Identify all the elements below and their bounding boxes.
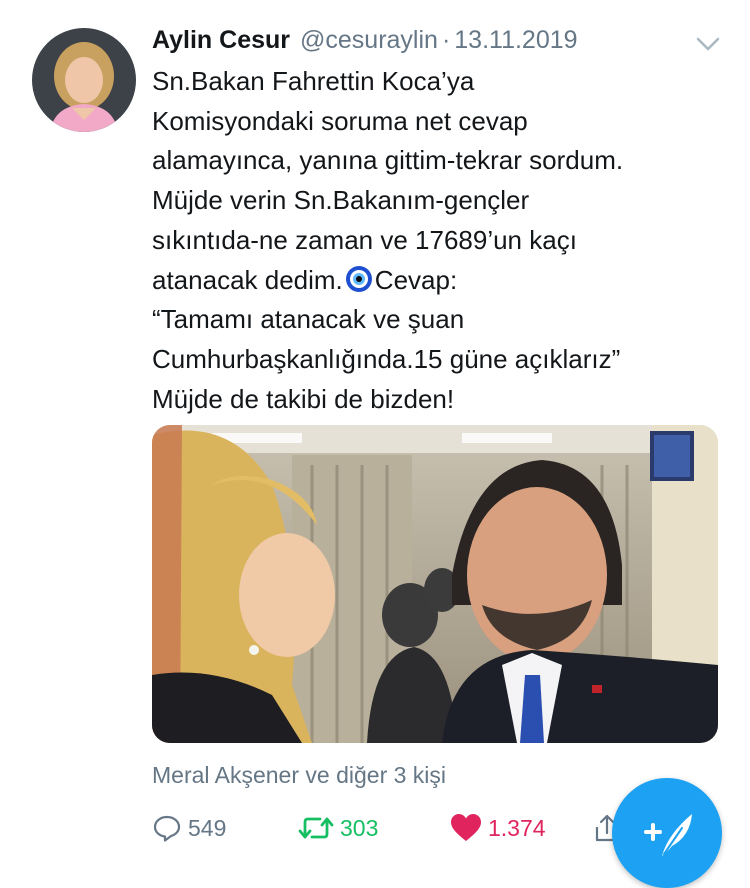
author-avatar[interactable] (32, 28, 136, 132)
avatar-photo (32, 28, 136, 132)
tweet-line: Müjde de takibi de bizden! (152, 383, 455, 414)
reply-icon (153, 815, 181, 842)
reply-count: 549 (188, 814, 227, 841)
tweet-media-photo[interactable] (152, 425, 718, 743)
tweet-date[interactable]: 13.11.2019 (454, 26, 577, 55)
tweet-line: “Tamamı atanacak ve şuan (152, 304, 465, 335)
compose-tweet-button[interactable] (612, 778, 722, 888)
retweet-count: 303 (340, 814, 379, 841)
tweet-line: alamayınca, yanına gittim-tekrar sordum. (152, 145, 624, 176)
retweet-button[interactable]: 303 (298, 808, 378, 848)
tweet-line: Komisyondaki soruma net cevap (152, 105, 528, 136)
tweet-line: sıkıntıda-ne zaman ve 17689’un kaçı (152, 224, 577, 255)
tweet-line-part: atanacak dedim. (152, 264, 343, 295)
photo-illustration (152, 425, 718, 743)
tweet-line: Sn.Bakan Fahrettin Koca’ya (152, 66, 475, 96)
heart-icon (451, 814, 481, 841)
like-button[interactable]: 1.374 (450, 808, 546, 848)
retweet-icon (298, 817, 334, 839)
author-handle[interactable]: @cesuraylin (300, 26, 438, 55)
tweet-line-with-emoji: atanacak dedim. Cevap: (152, 261, 732, 301)
tweet-line: Müjde verin Sn.Bakanım-gençler (152, 185, 530, 216)
tweet-line-part: Cevap: (374, 264, 458, 295)
tweet-text: Sn.Bakan Fahrettin Koca’ya Komisyondaki … (152, 62, 732, 419)
liked-by-text[interactable]: Meral Akşener ve diğer 3 kişi (152, 762, 446, 789)
compose-feather-icon (644, 814, 692, 856)
like-count: 1.374 (488, 814, 546, 841)
tweet-line: Cumhurbaşkanlığında.15 güne açıklarız” (152, 343, 621, 374)
author-name[interactable]: Aylin Cesur (152, 26, 290, 55)
reply-button[interactable]: 549 (152, 808, 226, 848)
header-separator: · (441, 26, 451, 54)
nazar-amulet-icon (345, 265, 372, 292)
chevron-down-icon[interactable] (694, 34, 722, 54)
tweet-header: Aylin Cesur @cesuraylin · 13.11.2019 (152, 26, 578, 60)
